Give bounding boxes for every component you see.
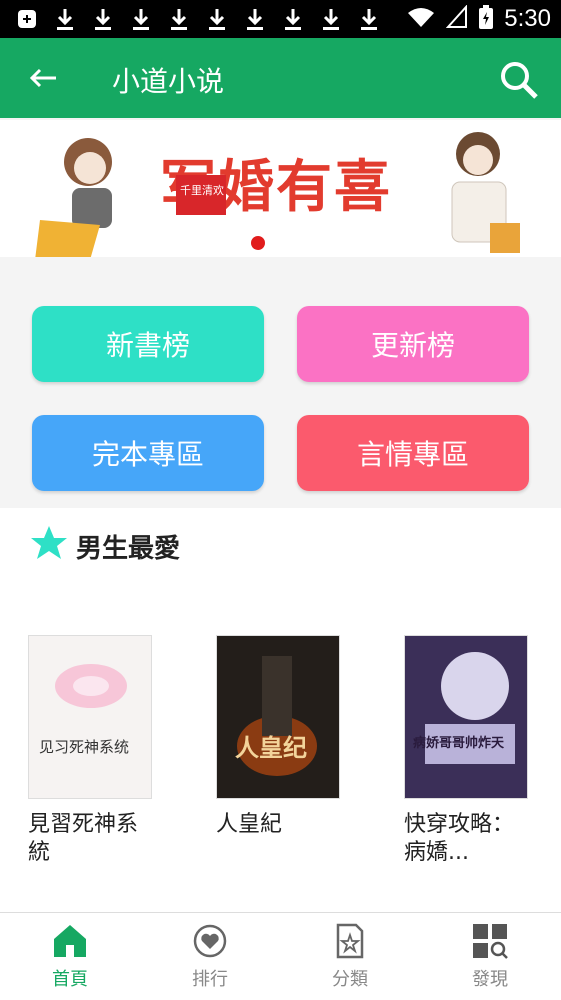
book-cover[interactable]: 见习死神系统 xyxy=(28,635,152,799)
nav-label: 首頁 xyxy=(52,969,88,990)
back-arrow-icon[interactable] xyxy=(28,68,58,92)
download-icon xyxy=(356,6,382,32)
download-icon xyxy=(280,6,306,32)
section-title: 男生最愛 xyxy=(76,534,181,564)
download-icon xyxy=(242,6,268,32)
banner-badge-text: 千里清欢 xyxy=(180,184,224,197)
nav-home[interactable]: 首頁 xyxy=(20,913,120,1000)
signal-icon xyxy=(446,4,468,33)
book-card[interactable]: 见习死神系统 見習死神系統 xyxy=(28,635,152,867)
banner-boy-illustration xyxy=(451,132,520,253)
download-icon xyxy=(318,6,344,32)
book-title[interactable]: 快穿攻略：病嬌... xyxy=(404,811,530,867)
cover-title: 病娇哥哥帅炸天 xyxy=(413,736,505,751)
book-cover[interactable]: 病娇哥哥帅炸天 xyxy=(404,635,528,799)
tile-updated[interactable]: 更新榜 xyxy=(297,306,529,382)
bottom-nav: 首頁 排行 分類 發現 xyxy=(0,912,561,1000)
book-card[interactable]: 病娇哥哥帅炸天 快穿攻略：病嬌... xyxy=(404,635,528,867)
nav-label: 排行 xyxy=(192,969,228,990)
app-title: 小道小说 xyxy=(112,65,225,98)
search-icon[interactable] xyxy=(499,60,539,104)
heart-icon xyxy=(193,924,227,958)
male-favorites-section: 男生最愛 见习死神系统 見習死神系統 人皇纪 人皇紀 病娇哥哥帅炸天 快穿攻略：… xyxy=(0,508,561,912)
tile-romance[interactable]: 言情專區 xyxy=(297,415,529,491)
book-title[interactable]: 人皇紀 xyxy=(216,811,342,839)
download-icon xyxy=(166,6,192,32)
nav-ranking[interactable]: 排行 xyxy=(160,913,260,1000)
home-icon xyxy=(54,925,86,957)
status-bar: 5:30 xyxy=(0,0,561,38)
download-icon xyxy=(90,6,116,32)
nav-label: 發現 xyxy=(472,969,508,990)
discover-icon xyxy=(473,924,508,959)
wifi-icon xyxy=(406,5,436,33)
download-icon xyxy=(128,6,154,32)
cover-art xyxy=(405,636,527,798)
book-title[interactable]: 見習死神系統 xyxy=(28,811,154,867)
category-tiles: 新書榜 更新榜 完本專區 言情專區 xyxy=(0,258,561,508)
promo-banner[interactable]: 军婚有喜 千里清欢 xyxy=(0,120,561,257)
notification-icon xyxy=(14,6,40,32)
tile-completed[interactable]: 完本專區 xyxy=(32,415,264,491)
nav-discover[interactable]: 發現 xyxy=(440,913,540,1000)
cover-art xyxy=(217,636,339,798)
tile-new-books[interactable]: 新書榜 xyxy=(32,306,264,382)
book-card[interactable]: 人皇纪 人皇紀 xyxy=(216,635,340,839)
book-cover[interactable]: 人皇纪 xyxy=(216,635,340,799)
cover-title: 见习死神系统 xyxy=(39,738,130,756)
cover-swirl xyxy=(55,664,127,708)
nav-category[interactable]: 分類 xyxy=(300,913,400,1000)
cover-title: 人皇纪 xyxy=(235,734,307,762)
banner-girl-illustration xyxy=(35,138,112,257)
nav-label: 分類 xyxy=(332,969,368,990)
star-icon xyxy=(30,524,68,566)
app-bar: 小道小说 xyxy=(0,38,561,118)
carousel-indicator[interactable] xyxy=(251,236,265,250)
download-icon xyxy=(204,6,230,32)
category-icon xyxy=(336,923,364,959)
battery-icon xyxy=(478,4,494,34)
download-icon xyxy=(52,6,78,32)
status-time: 5:30 xyxy=(504,5,551,32)
